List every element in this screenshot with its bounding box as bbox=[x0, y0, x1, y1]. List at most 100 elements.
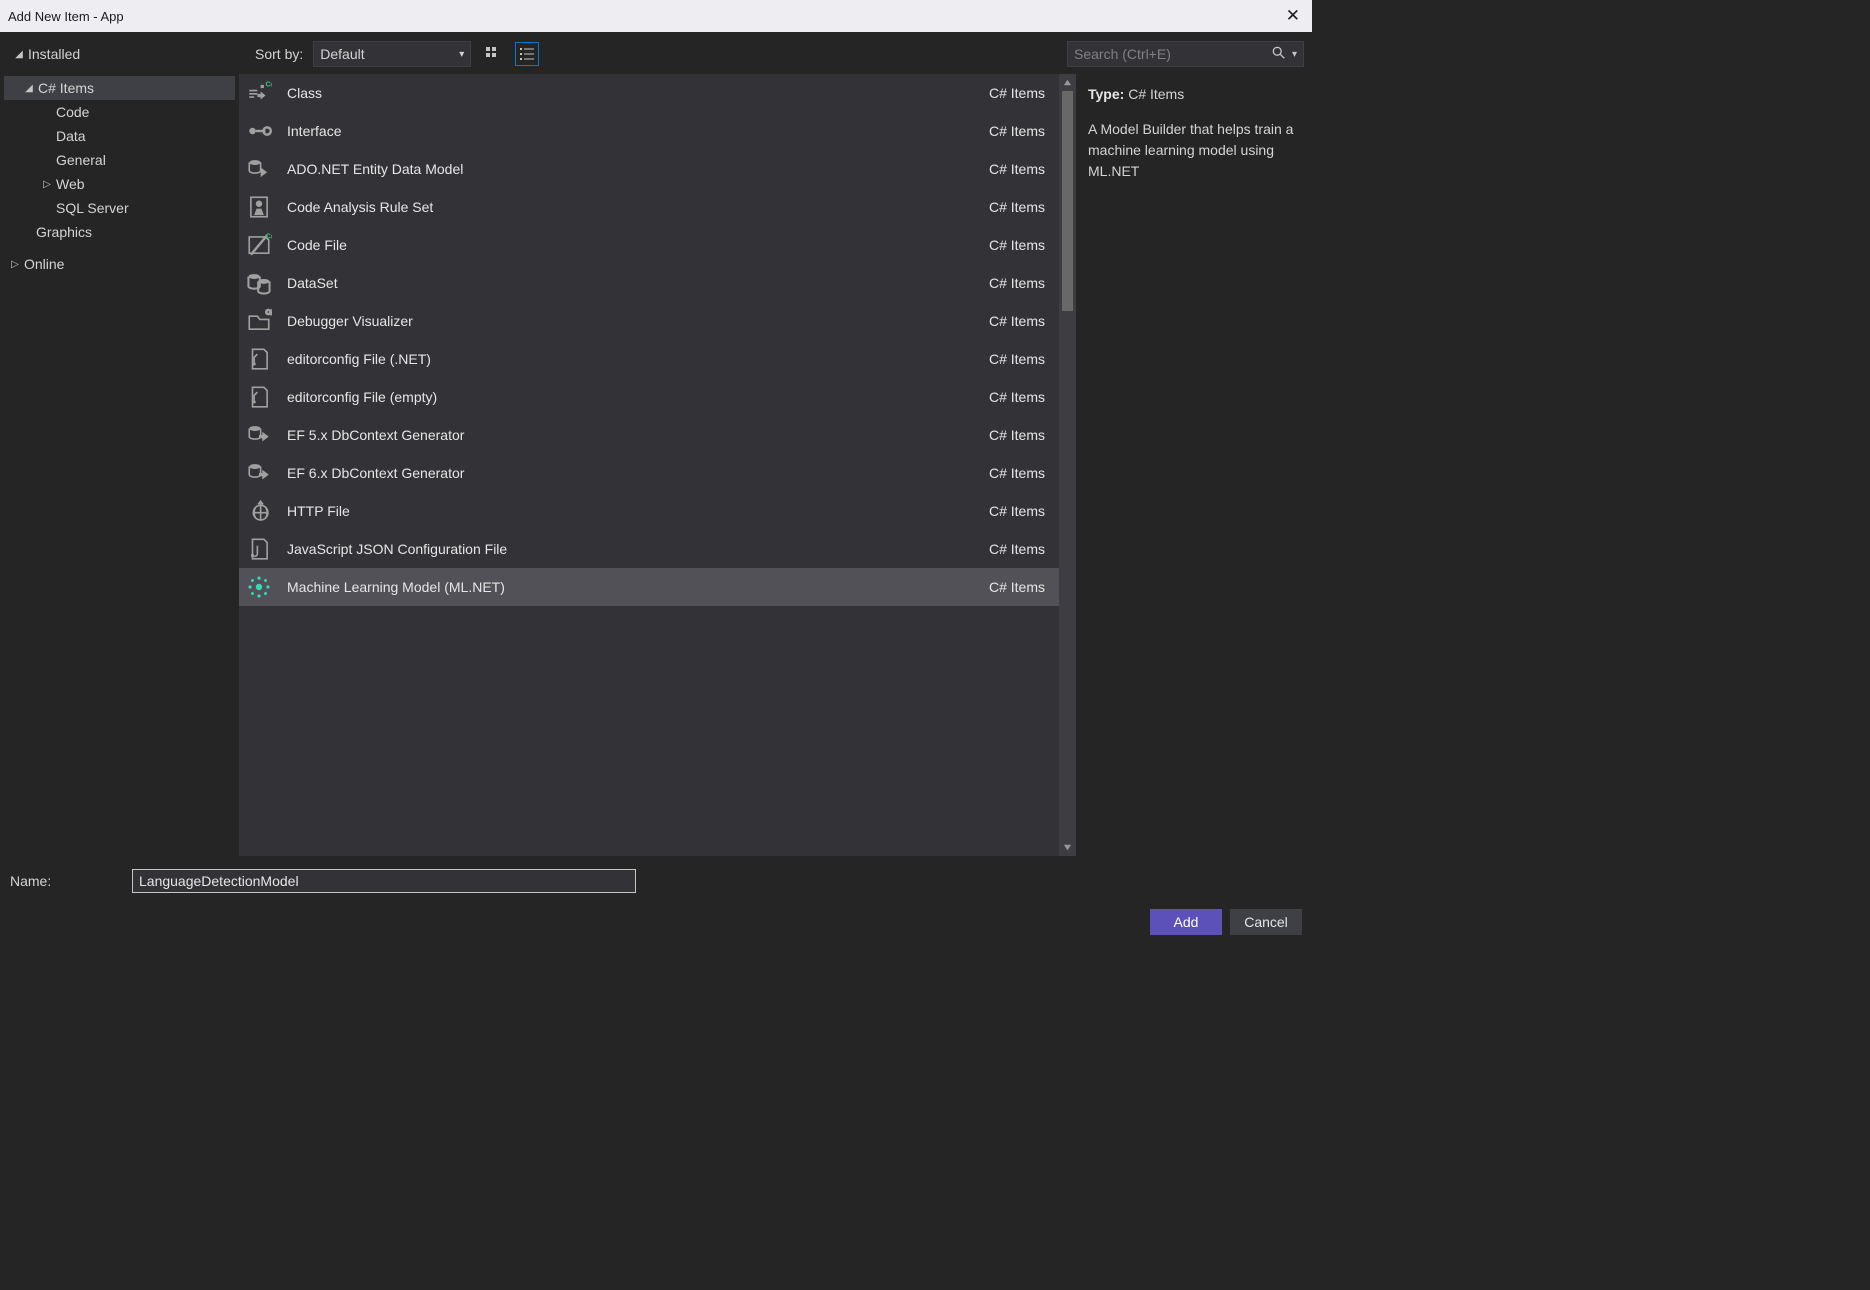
js-icon bbox=[243, 533, 275, 565]
button-label: Cancel bbox=[1244, 914, 1288, 930]
scrollbar[interactable] bbox=[1059, 74, 1076, 856]
cancel-button[interactable]: Cancel bbox=[1230, 909, 1302, 935]
chevron-down-icon: ▾ bbox=[459, 49, 464, 60]
tree-node-csitems[interactable]: ◢ C# Items bbox=[4, 76, 235, 100]
dialog-footer: Add Cancel bbox=[0, 906, 1312, 948]
tree-root-installed[interactable]: ◢ Installed bbox=[8, 42, 245, 66]
add-button[interactable]: Add bbox=[1150, 909, 1222, 935]
template-name: JavaScript JSON Configuration File bbox=[287, 541, 977, 557]
template-row[interactable]: EF 6.x DbContext Generator C# Items bbox=[239, 454, 1059, 492]
template-name: editorconfig File (.NET) bbox=[287, 351, 977, 367]
svg-text:C#: C# bbox=[266, 232, 273, 241]
expander-icon: ◢ bbox=[22, 83, 36, 94]
template-row[interactable]: HTTP File C# Items bbox=[239, 492, 1059, 530]
tree-label: General bbox=[56, 152, 106, 168]
top-controls: ◢ Installed Sort by: Default ▾ Search (C… bbox=[0, 32, 1312, 74]
name-label: Name: bbox=[10, 873, 122, 889]
tree-node-graphics[interactable]: Graphics bbox=[4, 220, 235, 244]
button-label: Add bbox=[1174, 914, 1199, 930]
sort-by-value: Default bbox=[320, 46, 364, 62]
template-category: C# Items bbox=[989, 275, 1045, 291]
tree-node-web[interactable]: ▷Web bbox=[4, 172, 235, 196]
template-row[interactable]: JavaScript JSON Configuration FileC# Ite… bbox=[239, 530, 1059, 568]
close-icon[interactable]: ✕ bbox=[1282, 6, 1304, 26]
tree-header-cell: ◢ Installed bbox=[8, 42, 245, 66]
folder-icon: C# bbox=[243, 305, 275, 337]
template-row[interactable]: C#Code FileC# Items bbox=[239, 226, 1059, 264]
tree-label: C# Items bbox=[38, 80, 94, 96]
templates-column: C#ClassC# ItemsInterfaceC# ItemsADO.NET … bbox=[239, 74, 1076, 856]
template-name: DataSet bbox=[287, 275, 977, 291]
template-category: C# Items bbox=[989, 237, 1045, 253]
tree-label: Code bbox=[56, 104, 89, 120]
template-name: Code Analysis Rule Set bbox=[287, 199, 977, 215]
template-category: C# Items bbox=[989, 389, 1045, 405]
search-placeholder: Search (Ctrl+E) bbox=[1074, 46, 1266, 62]
template-category: C# Items bbox=[989, 161, 1045, 177]
template-type-row: Type: C# Items bbox=[1088, 84, 1300, 105]
http-icon bbox=[243, 495, 275, 527]
window-titlebar: Add New Item - App ✕ bbox=[0, 0, 1312, 32]
template-row[interactable]: DataSet C# Items bbox=[239, 264, 1059, 302]
config-icon bbox=[243, 343, 275, 375]
ml-icon bbox=[243, 571, 275, 603]
view-grid-button[interactable] bbox=[481, 42, 505, 66]
template-row[interactable]: C# Class C# Items bbox=[239, 74, 1059, 112]
template-name: EF 5.x DbContext Generator bbox=[287, 427, 977, 443]
scroll-down-icon[interactable] bbox=[1059, 839, 1076, 856]
scroll-up-icon[interactable] bbox=[1059, 74, 1076, 91]
svg-text:C#: C# bbox=[266, 308, 273, 317]
template-row[interactable]: Code Analysis Rule Set C# Items bbox=[239, 188, 1059, 226]
tree-node-data[interactable]: Data bbox=[4, 124, 235, 148]
template-row[interactable]: Interface C# Items bbox=[239, 112, 1059, 150]
template-category: C# Items bbox=[989, 579, 1045, 595]
template-category: C# Items bbox=[989, 427, 1045, 443]
template-row[interactable]: EF 5.x DbContext Generator C# Items bbox=[239, 416, 1059, 454]
config-icon bbox=[243, 381, 275, 413]
tree-node-online[interactable]: ▷Online bbox=[4, 252, 235, 276]
window-title: Add New Item - App bbox=[8, 9, 124, 24]
template-name: Class bbox=[287, 85, 977, 101]
main-area: ◢ C# Items Code Data General ▷Web SQL Se… bbox=[0, 74, 1312, 856]
type-value: C# Items bbox=[1128, 86, 1184, 102]
template-name: EF 6.x DbContext Generator bbox=[287, 465, 977, 481]
template-row[interactable]: Machine Learning Model (ML.NET)C# Items bbox=[239, 568, 1059, 606]
template-category: C# Items bbox=[989, 313, 1045, 329]
dataset-icon bbox=[243, 267, 275, 299]
tree-label: Online bbox=[24, 256, 64, 272]
tree-node-code[interactable]: Code bbox=[4, 100, 235, 124]
template-name: HTTP File bbox=[287, 503, 977, 519]
view-list-button[interactable] bbox=[515, 42, 539, 66]
template-row[interactable]: ADO.NET Entity Data Model C# Items bbox=[239, 150, 1059, 188]
tree-label: Data bbox=[56, 128, 86, 144]
svg-text:C#: C# bbox=[266, 80, 273, 89]
entity-icon bbox=[243, 153, 275, 185]
ef-icon bbox=[243, 457, 275, 489]
template-category: C# Items bbox=[989, 503, 1045, 519]
name-input[interactable] bbox=[132, 869, 636, 893]
sort-by-label: Sort by: bbox=[255, 46, 303, 62]
scroll-thumb[interactable] bbox=[1062, 91, 1073, 311]
template-category: C# Items bbox=[989, 199, 1045, 215]
tree-node-general[interactable]: General bbox=[4, 148, 235, 172]
template-name: editorconfig File (empty) bbox=[287, 389, 977, 405]
template-row[interactable]: editorconfig File (empty) C# Items bbox=[239, 378, 1059, 416]
template-name: Debugger Visualizer bbox=[287, 313, 977, 329]
template-list[interactable]: C#ClassC# ItemsInterfaceC# ItemsADO.NET … bbox=[239, 74, 1059, 856]
details-pane: Type: C# Items A Model Builder that help… bbox=[1076, 74, 1312, 856]
tree-label: SQL Server bbox=[56, 200, 129, 216]
template-category: C# Items bbox=[989, 85, 1045, 101]
template-row[interactable]: editorconfig File (.NET)C# Items bbox=[239, 340, 1059, 378]
template-category: C# Items bbox=[989, 123, 1045, 139]
search-input[interactable]: Search (Ctrl+E) ▾ bbox=[1067, 41, 1304, 67]
template-row[interactable]: C# Debugger Visualizer C# Items bbox=[239, 302, 1059, 340]
template-name: ADO.NET Entity Data Model bbox=[287, 161, 977, 177]
class-icon: C# bbox=[243, 77, 275, 109]
template-category: C# Items bbox=[989, 465, 1045, 481]
tree-label: Web bbox=[56, 176, 85, 192]
interface-icon bbox=[243, 115, 275, 147]
tree-node-sqlserver[interactable]: SQL Server bbox=[4, 196, 235, 220]
sort-by-dropdown[interactable]: Default ▾ bbox=[313, 41, 471, 67]
template-name: Interface bbox=[287, 123, 977, 139]
category-tree: ◢ C# Items Code Data General ▷Web SQL Se… bbox=[0, 74, 239, 856]
